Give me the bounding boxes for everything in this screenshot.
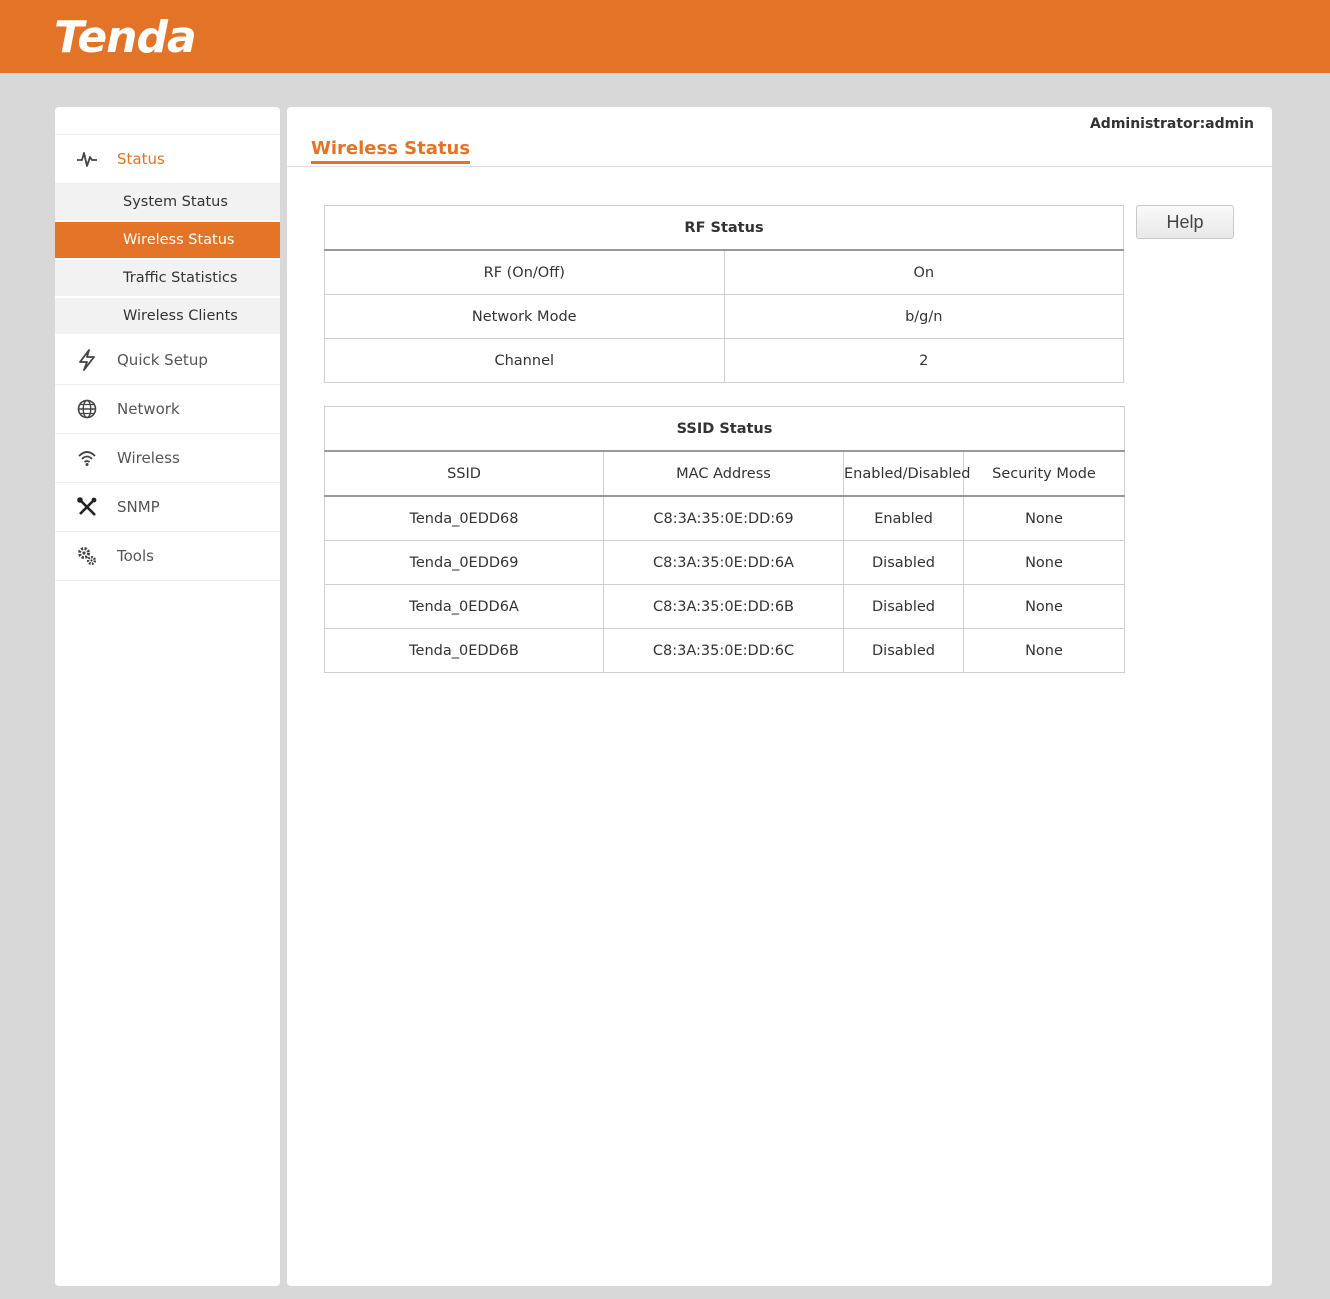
ssid-cell: Tenda_0EDD6A [324, 584, 604, 629]
wifi-icon [75, 446, 99, 470]
rf-status-caption: RF Status [324, 205, 1124, 251]
table-row: RF (On/Off) On [324, 249, 1124, 295]
title-divider [287, 166, 1272, 167]
sidebar-subitem-wireless-status[interactable]: Wireless Status [55, 222, 280, 260]
table-row: Tenda_0EDD69 C8:3A:35:0E:DD:6A Disabled … [324, 540, 1126, 585]
enabled-cell: Disabled [843, 540, 964, 585]
sidebar-subitem-traffic-statistics[interactable]: Traffic Statistics [55, 260, 280, 298]
sidebar-item-tools[interactable]: Tools [55, 532, 280, 581]
enabled-cell: Enabled [843, 495, 964, 541]
mac-cell: C8:3A:35:0E:DD:6B [603, 584, 844, 629]
column-header-mac: MAC Address [603, 450, 844, 497]
help-button[interactable]: Help [1136, 205, 1234, 239]
sidebar-item-status[interactable]: Status [55, 135, 280, 184]
sidebar-item-label: Status [117, 150, 165, 168]
ssid-cell: Tenda_0EDD6B [324, 628, 604, 673]
table-row: Tenda_0EDD6A C8:3A:35:0E:DD:6B Disabled … [324, 584, 1126, 629]
sidebar-item-snmp[interactable]: SNMP [55, 483, 280, 532]
enabled-cell: Disabled [843, 584, 964, 629]
sidebar-item-label: Wireless [117, 449, 180, 467]
security-cell: None [962, 540, 1126, 585]
rf-label: Network Mode [324, 294, 725, 339]
sidebar-item-label: SNMP [117, 498, 160, 516]
pulse-icon [75, 147, 99, 171]
mac-cell: C8:3A:35:0E:DD:6C [603, 628, 844, 673]
column-header-ssid: SSID [324, 450, 604, 497]
sidebar-item-network[interactable]: Network [55, 385, 280, 434]
rf-label: Channel [324, 338, 725, 383]
table-row: Channel 2 [324, 338, 1124, 383]
rf-label: RF (On/Off) [324, 249, 725, 295]
status-submenu: System Status Wireless Status Traffic St… [55, 184, 280, 336]
column-header-security: Security Mode [962, 450, 1126, 497]
security-cell: None [962, 495, 1126, 541]
top-header-bar: Tenda [0, 0, 1330, 73]
sidebar-item-label: Quick Setup [117, 351, 208, 369]
rf-value: On [723, 249, 1124, 295]
table-row: Tenda_0EDD6B C8:3A:35:0E:DD:6C Disabled … [324, 628, 1126, 673]
table-row: Tenda_0EDD68 C8:3A:35:0E:DD:69 Enabled N… [324, 495, 1126, 541]
mac-cell: C8:3A:35:0E:DD:69 [603, 495, 844, 541]
globe-icon [75, 397, 99, 421]
ssid-cell: Tenda_0EDD68 [324, 495, 604, 541]
main-panel: Administrator:admin Wireless Status Help… [287, 107, 1272, 1286]
ssid-cell: Tenda_0EDD69 [324, 540, 604, 585]
ssid-status-caption: SSID Status [323, 406, 1126, 452]
security-cell: None [962, 628, 1126, 673]
tenda-logo: Tenda [54, 12, 197, 63]
lightning-icon [75, 348, 99, 372]
tools-icon [75, 495, 99, 519]
column-header-enabled: Enabled/Disabled [843, 450, 970, 497]
security-cell: None [962, 584, 1126, 629]
sidebar-subitem-wireless-clients[interactable]: Wireless Clients [55, 298, 280, 336]
enabled-cell: Disabled [843, 628, 964, 673]
gears-icon [75, 544, 99, 568]
rf-value: 2 [723, 338, 1124, 383]
admin-user-label: Administrator:admin [1089, 116, 1254, 132]
mac-cell: C8:3A:35:0E:DD:6A [603, 540, 844, 585]
table-row: Network Mode b/g/n [324, 294, 1124, 339]
sidebar: Status System Status Wireless Status Tra… [55, 107, 280, 1286]
sidebar-subitem-system-status[interactable]: System Status [55, 184, 280, 222]
sidebar-item-label: Network [117, 400, 180, 418]
page-title: Wireless Status [311, 138, 471, 164]
sidebar-item-quick-setup[interactable]: Quick Setup [55, 336, 280, 385]
rf-status-table: RF Status RF (On/Off) On Network Mode b/… [324, 205, 1124, 383]
sidebar-item-label: Tools [117, 547, 154, 565]
rf-value: b/g/n [723, 294, 1124, 339]
ssid-status-table: SSID Status SSID MAC Address Enabled/Dis… [323, 406, 1126, 673]
sidebar-item-wireless[interactable]: Wireless [55, 434, 280, 483]
